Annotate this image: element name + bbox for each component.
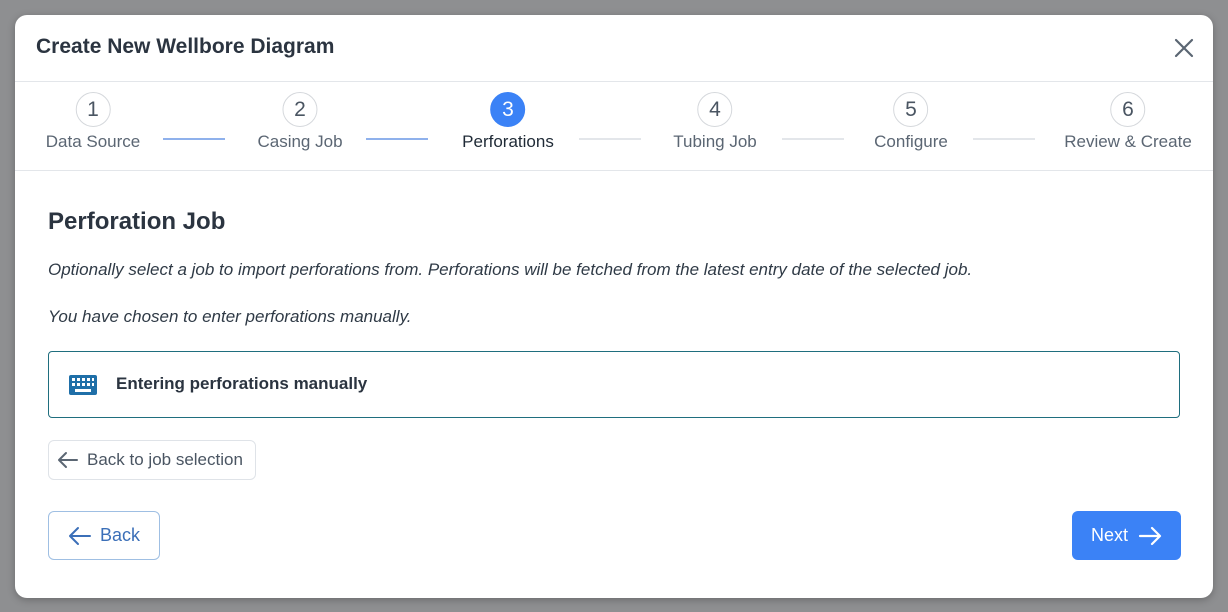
section-description: Optionally select a job to import perfor… — [48, 260, 973, 279]
keyboard-icon — [69, 375, 97, 395]
step-tubing-job[interactable]: 4 Tubing Job — [673, 92, 757, 152]
close-button[interactable] — [1171, 35, 1197, 61]
back-button[interactable]: Back — [48, 511, 160, 560]
step-data-source[interactable]: 1 Data Source — [45, 92, 141, 152]
step-number: 2 — [282, 92, 318, 127]
step-label: Review & Create — [1064, 132, 1192, 151]
step-number: 5 — [893, 92, 929, 127]
modal-header: Create New Wellbore Diagram — [15, 15, 1213, 82]
step-number: 1 — [75, 92, 111, 127]
step-configure[interactable]: 5 Configure — [874, 92, 948, 152]
back-to-job-selection-label: Back to job selection — [87, 450, 243, 469]
step-connector — [579, 138, 641, 140]
next-button-label: Next — [1090, 525, 1128, 545]
step-label: Perforations — [462, 132, 554, 151]
step-connector — [782, 138, 844, 140]
step-label: Casing Job — [257, 132, 343, 151]
manual-notice: You have chosen to enter perforations ma… — [48, 307, 412, 326]
arrow-right-icon — [1138, 526, 1162, 545]
section-title: Perforation Job — [48, 208, 226, 235]
next-button[interactable]: Next — [1072, 511, 1181, 560]
modal-title: Create New Wellbore Diagram — [36, 35, 335, 58]
step-label: Configure — [874, 132, 948, 151]
step-connector — [366, 138, 428, 140]
create-wellbore-modal: Create New Wellbore Diagram 1 Data Sourc… — [15, 15, 1213, 598]
step-connector — [163, 138, 225, 140]
step-label: Data Source — [45, 132, 141, 151]
step-review-create[interactable]: 6 Review & Create — [1064, 92, 1192, 152]
back-to-job-selection-button[interactable]: Back to job selection — [48, 440, 256, 480]
step-casing-job[interactable]: 2 Casing Job — [257, 92, 343, 152]
step-number: 4 — [697, 92, 733, 127]
manual-entry-label: Entering perforations manually — [116, 374, 368, 393]
stepper: 1 Data Source 2 Casing Job 3 Perforation… — [15, 82, 1213, 171]
arrow-left-icon — [58, 452, 78, 468]
step-number: 6 — [1110, 92, 1146, 127]
step-perforations[interactable]: 3 Perforations — [462, 92, 554, 152]
step-label: Tubing Job — [673, 132, 757, 151]
step-connector — [973, 138, 1035, 140]
back-button-label: Back — [99, 525, 141, 545]
close-icon — [1174, 38, 1194, 58]
step-number: 3 — [490, 92, 526, 127]
arrow-left-icon — [68, 526, 91, 545]
manual-entry-card: Entering perforations manually — [48, 351, 1180, 418]
